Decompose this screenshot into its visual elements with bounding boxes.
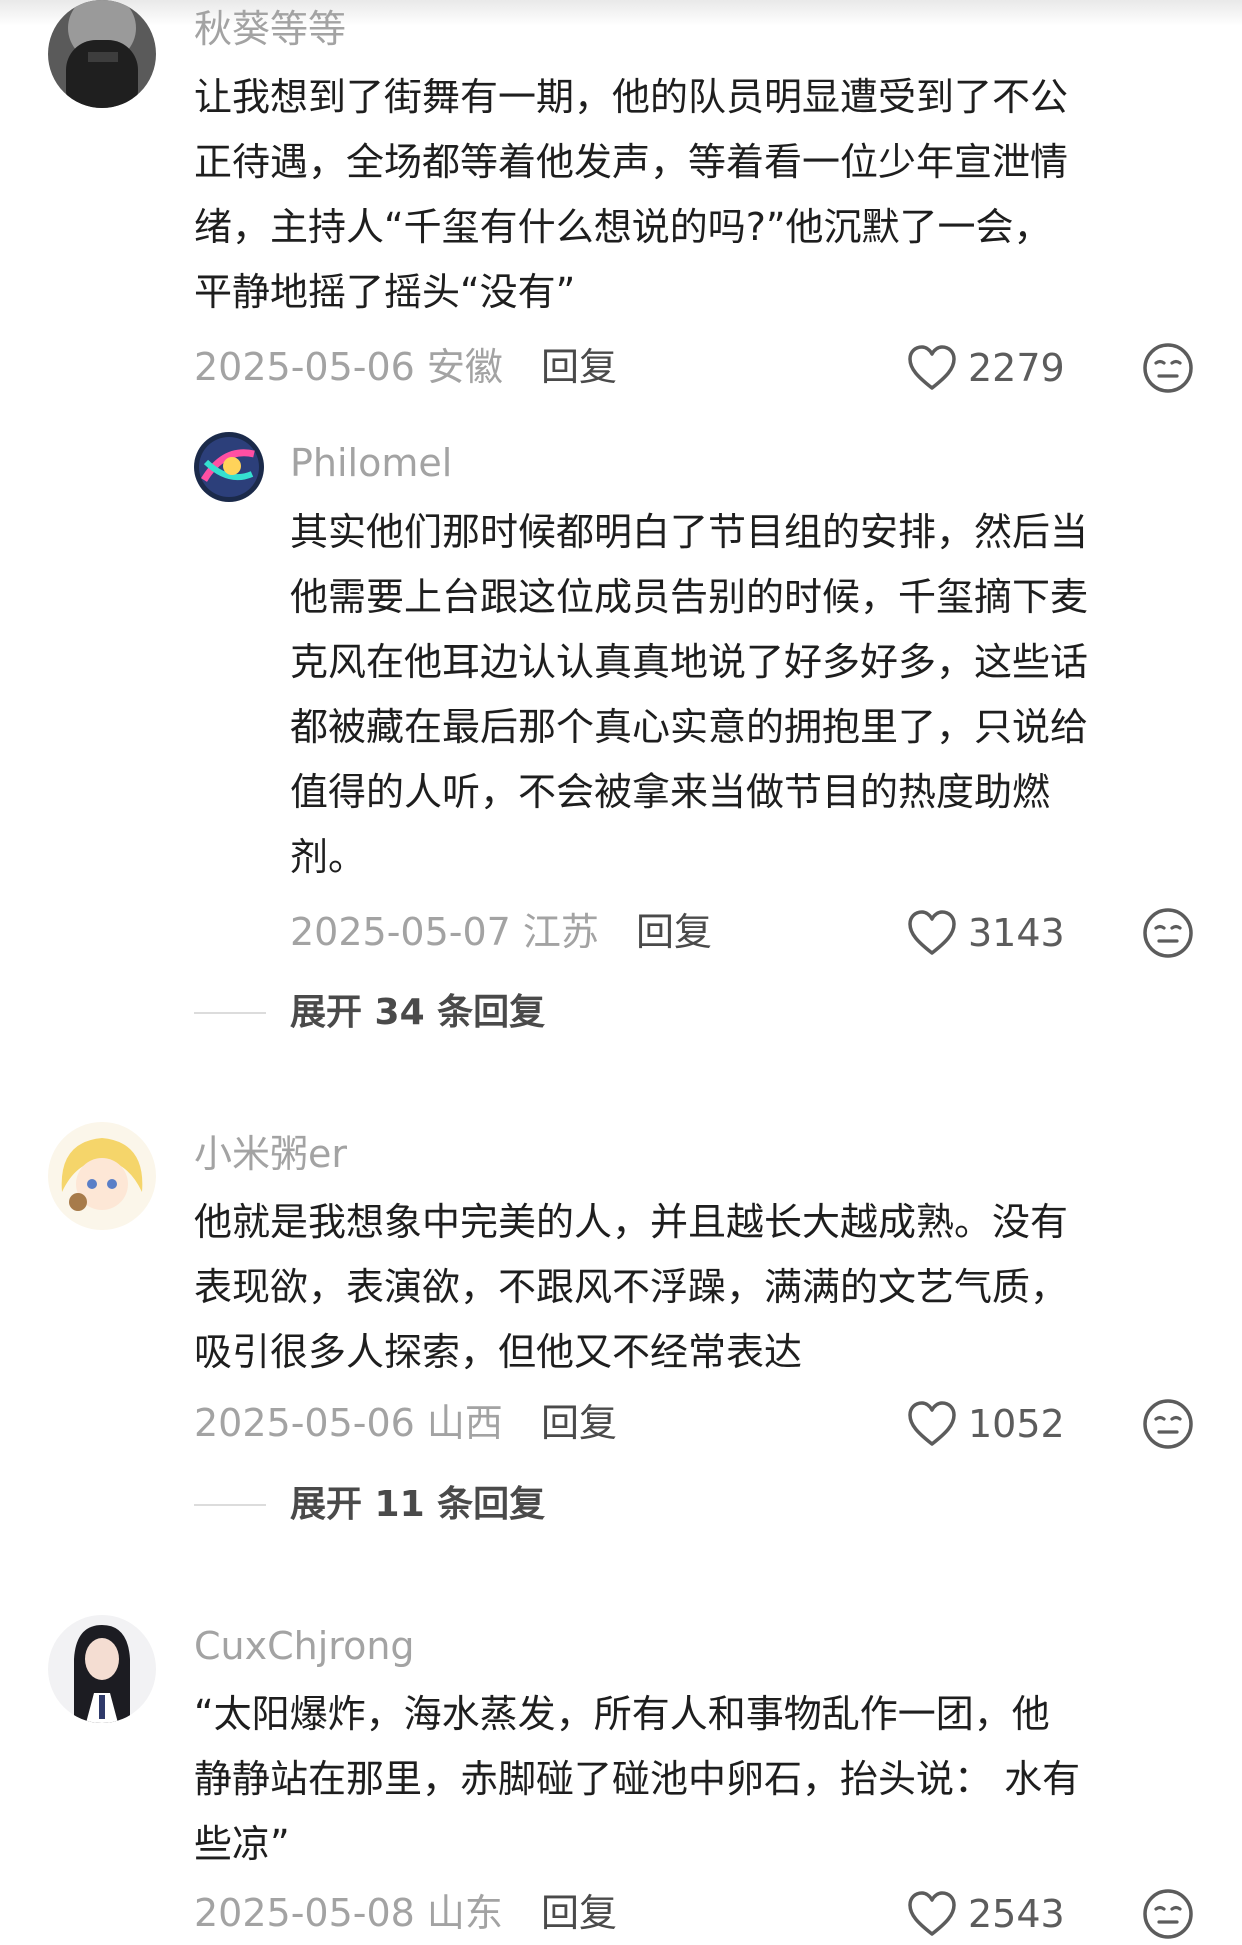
neutral-face-icon (1143, 1399, 1193, 1449)
comment-username[interactable]: CuxChjrong (194, 1627, 415, 1665)
comment-username[interactable]: 秋葵等等 (194, 10, 346, 48)
expand-divider (194, 1504, 266, 1506)
expand-replies-button[interactable]: 展开 11 条回复 (194, 1480, 794, 1530)
comment-username[interactable]: Philomel (290, 444, 452, 482)
like-count: 2279 (968, 346, 1065, 390)
like-button[interactable]: 2279 (906, 340, 1065, 396)
comment-username[interactable]: 小米粥er (194, 1135, 347, 1173)
comment-text: “太阳爆炸，海水蒸发，所有人和事物乱作一团，他 静静站在那里，赤脚碰了碰池中卵石… (194, 1682, 1080, 1877)
like-count: 1052 (968, 1402, 1065, 1446)
comment-text-line: 克风在他耳边认认真真地说了好多好多，这些话 (290, 640, 1089, 684)
reaction-button[interactable] (1142, 1398, 1194, 1450)
comment-date-location: 2025-05-08 山东 (194, 1891, 503, 1935)
like-count: 2543 (968, 1892, 1065, 1936)
reply-button[interactable]: 回复 (541, 348, 617, 386)
heart-outline-icon (908, 1891, 956, 1936)
like-button[interactable]: 2543 (906, 1886, 1065, 1942)
neutral-face-icon (1143, 343, 1193, 393)
comment-text-line: 他就是我想象中完美的人，并且越长大越成熟。没有 (194, 1200, 1069, 1244)
like-button[interactable]: 3143 (906, 905, 1065, 961)
like-count: 3143 (968, 911, 1065, 955)
avatar[interactable] (194, 432, 264, 502)
comment-meta: 2025-05-06 安徽 回复 2279 (194, 340, 1194, 396)
comment-meta: 2025-05-07 江苏 回复 3143 (290, 905, 1194, 961)
reply-button[interactable]: 回复 (541, 1404, 617, 1442)
heart-outline-icon (908, 345, 956, 390)
expand-replies-button[interactable]: 展开 34 条回复 (194, 988, 794, 1038)
avatar[interactable] (48, 1615, 156, 1723)
comment-text-line: “太阳爆炸，海水蒸发，所有人和事物乱作一团，他 (194, 1692, 1050, 1736)
comment-text-line: 他需要上台跟这位成员告别的时候，千玺摘下麦 (290, 575, 1089, 619)
comment-text-line: 绪，主持人“千玺有什么想说的吗?”他沉默了一会， (194, 205, 1052, 249)
comment-text-line: 平静地摇了摇头“没有” (194, 270, 576, 314)
comment-text-line: 剂。 (290, 835, 367, 879)
neutral-face-icon (1143, 1889, 1193, 1939)
heart-outline-icon (908, 910, 956, 955)
comment-text-line: 其实他们那时候都明白了节目组的安排，然后当 (290, 510, 1089, 554)
comment-text-line: 让我想到了街舞有一期，他的队员明显遭受到了不公 (194, 75, 1069, 119)
avatar[interactable] (48, 1122, 156, 1230)
reaction-button[interactable] (1142, 907, 1194, 959)
comment-text: 让我想到了街舞有一期，他的队员明显遭受到了不公 正待遇，全场都等着他发声，等着看… (194, 65, 1068, 325)
comment-date-location: 2025-05-06 山西 (194, 1401, 503, 1445)
comment-text-line: 吸引很多人探索，但他又不经常表达 (194, 1330, 803, 1374)
comment-text-line: 都被藏在最后那个真心实意的拥抱里了，只说给 (290, 705, 1089, 749)
comment-text-line: 正待遇，全场都等着他发声，等着看一位少年宣泄情 (194, 140, 1069, 184)
comment-text: 他就是我想象中完美的人，并且越长大越成熟。没有 表现欲，表演欲，不跟风不浮躁，满… (194, 1190, 1068, 1385)
reply-button[interactable]: 回复 (541, 1894, 617, 1932)
avatar[interactable] (48, 0, 156, 108)
heart-outline-icon (908, 1401, 956, 1446)
comment-date-location: 2025-05-06 安徽 (194, 345, 503, 389)
comment-text-line: 些凉” (194, 1822, 290, 1866)
like-button[interactable]: 1052 (906, 1396, 1065, 1452)
comment-text: 其实他们那时候都明白了节目组的安排，然后当 他需要上台跟这位成员告别的时候，千玺… (290, 500, 1088, 890)
comment-text-line: 值得的人听，不会被拿来当做节目的热度助燃 (290, 770, 1051, 814)
comment-date-location: 2025-05-07 江苏 (290, 910, 599, 954)
reaction-button[interactable] (1142, 342, 1194, 394)
expand-replies-label: 展开 11 条回复 (290, 1484, 546, 1525)
reply-button[interactable]: 回复 (636, 913, 712, 951)
expand-divider (194, 1012, 266, 1014)
neutral-face-icon (1143, 908, 1193, 958)
comment-meta: 2025-05-08 山东 回复 2543 (194, 1886, 1194, 1942)
reaction-button[interactable] (1142, 1888, 1194, 1940)
expand-replies-label: 展开 34 条回复 (290, 992, 546, 1033)
comment-text-line: 静静站在那里，赤脚碰了碰池中卵石，抬头说： 水有 (194, 1757, 1081, 1801)
comment-meta: 2025-05-06 山西 回复 1052 (194, 1396, 1194, 1452)
top-fade (0, 0, 1242, 26)
comment-text-line: 表现欲，表演欲，不跟风不浮躁，满满的文艺气质， (194, 1265, 1069, 1309)
